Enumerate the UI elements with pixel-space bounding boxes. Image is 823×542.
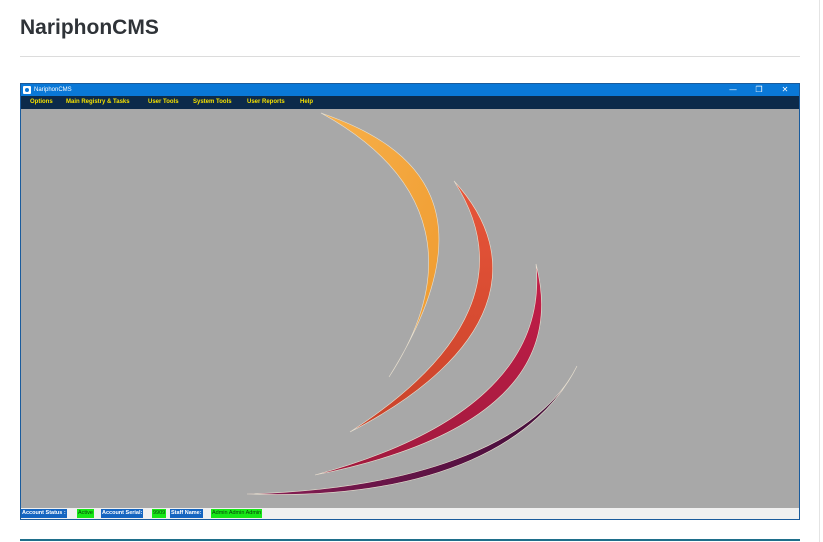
app-window-icon <box>23 86 31 94</box>
menu-help[interactable]: Help <box>300 96 313 109</box>
page-title: NariphonCMS <box>20 16 159 39</box>
right-divider <box>819 0 820 542</box>
account-serial-value: 9909 <box>152 509 167 518</box>
staff-name-label: Staff Name: <box>170 509 203 518</box>
menu-user-tools[interactable]: User Tools <box>148 96 179 109</box>
menu-options[interactable]: Options <box>30 96 53 109</box>
account-status-label: Account Status : <box>21 509 67 518</box>
account-serial-label: Account Serial: <box>101 509 144 518</box>
title-divider <box>20 56 800 57</box>
main-canvas <box>21 109 799 508</box>
menu-system-tools[interactable]: System Tools <box>193 96 232 109</box>
window-titlebar[interactable]: NariphonCMS — ❐ ✕ <box>21 84 799 96</box>
logo-swoosh-orange <box>320 112 440 378</box>
menu-user-reports[interactable]: User Reports <box>247 96 285 109</box>
logo-swoosh-graphic <box>246 112 578 495</box>
status-bar: Account Status : Active Account Serial: … <box>21 508 799 519</box>
account-status-value: Active <box>77 509 94 518</box>
menu-bar: Options Main Registry & Tasks User Tools… <box>21 96 799 109</box>
window-title: NariphonCMS <box>34 87 72 93</box>
staff-name-value: Admin Admin Admin <box>211 509 263 518</box>
minimize-button[interactable]: — <box>723 84 743 96</box>
menu-main-registry-tasks[interactable]: Main Registry & Tasks <box>66 96 130 109</box>
app-window: NariphonCMS — ❐ ✕ Options Main Registry … <box>20 83 800 520</box>
restore-button[interactable]: ❐ <box>749 84 769 96</box>
close-button[interactable]: ✕ <box>775 84 795 96</box>
bottom-divider <box>20 539 800 541</box>
